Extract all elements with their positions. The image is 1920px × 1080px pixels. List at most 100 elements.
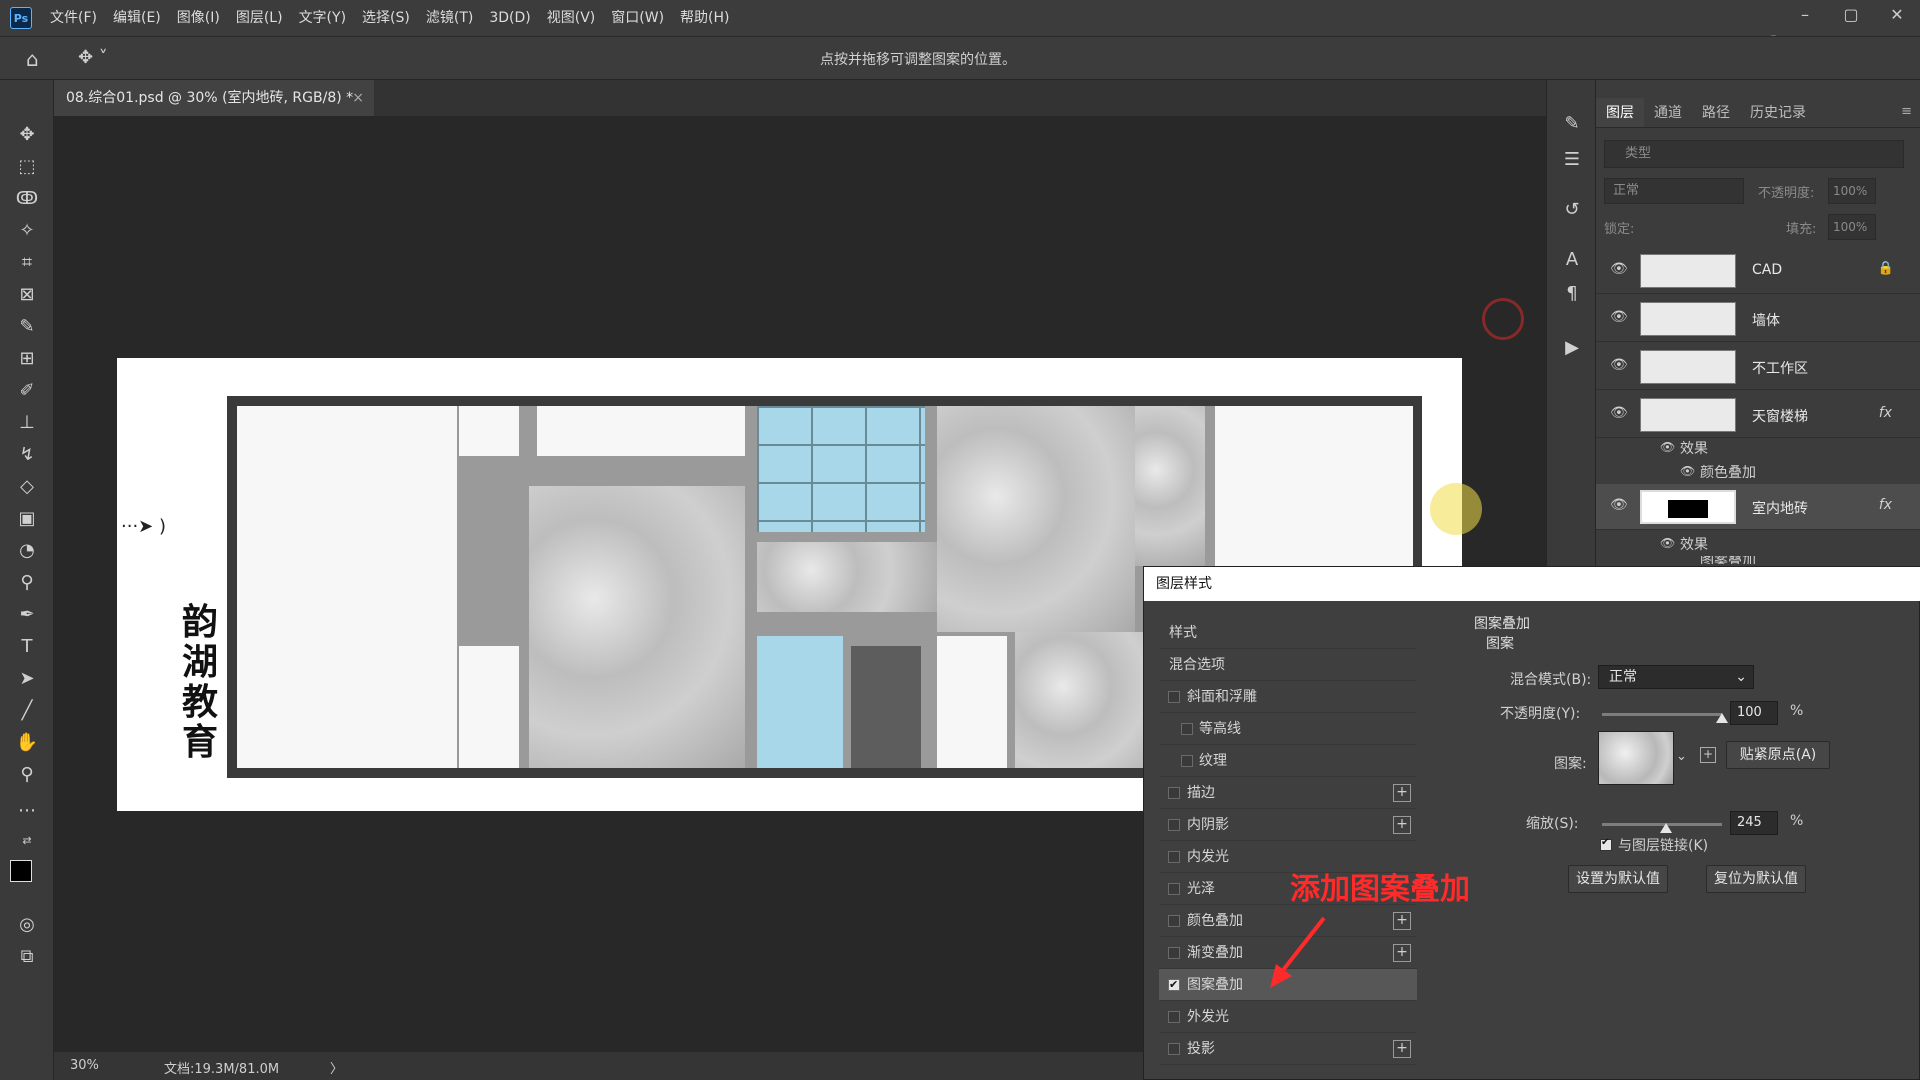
style-item-styles[interactable]: 样式 [1159,617,1417,649]
type-icon[interactable]: T [13,632,41,660]
layer-opacity-input[interactable]: 100% [1828,178,1876,204]
effect-item-row[interactable]: 图案叠加 [1596,556,1920,564]
crop-icon[interactable]: ⌗ [13,248,41,276]
menu-window[interactable]: 窗口(W) [603,0,672,36]
style-checkbox[interactable] [1168,915,1180,927]
tab-channels[interactable]: 通道 [1644,98,1692,127]
effect-eye-icon[interactable]: 👁 [1680,464,1695,478]
zoom-icon[interactable]: ⚲ [13,760,41,788]
style-checkbox[interactable] [1168,1011,1180,1023]
scale-input[interactable]: 245 [1730,811,1778,835]
pattern-picker[interactable] [1598,731,1674,785]
effect-item-row[interactable]: 👁 颜色叠加 [1596,460,1920,484]
brush-settings-icon[interactable]: ✎ [1559,110,1585,136]
dialog-title[interactable]: 图层样式 [1144,567,1920,601]
adjustments-icon[interactable]: ☰ [1559,146,1585,172]
screen-mode-icon[interactable]: ⧉ [13,942,41,970]
layer-fx-icon[interactable]: fx [1879,497,1892,513]
character-icon[interactable]: A [1559,246,1585,272]
menu-file[interactable]: 文件(F) [42,0,105,36]
layer-blend-mode-select[interactable]: 正常 [1604,178,1744,204]
swap-colors-icon[interactable]: ⇄ [13,826,41,854]
blend-mode-select[interactable]: 正常 ⌄ [1598,665,1754,689]
menu-view[interactable]: 视图(V) [539,0,604,36]
style-checkbox-checked[interactable] [1168,969,1180,1001]
pattern-dropdown-icon[interactable]: ⌄ [1676,749,1687,764]
foreground-color-swatch[interactable] [10,860,32,882]
menu-help[interactable]: 帮助(H) [672,0,737,36]
style-checkbox[interactable] [1168,787,1180,799]
menu-layer[interactable]: 图层(L) [228,0,291,36]
magic-wand-icon[interactable]: ✧ [13,216,41,244]
style-checkbox[interactable] [1168,851,1180,863]
panel-menu-icon[interactable]: ≡ [1901,104,1912,119]
move-tool-icon[interactable]: ✥ ˅ [78,47,108,68]
brush-icon[interactable]: ✐ [13,376,41,404]
scale-slider-handle[interactable] [1660,823,1672,833]
effects-row[interactable]: 👁 效果 [1596,532,1920,556]
path-select-icon[interactable]: ➤ [13,664,41,692]
visibility-eye-icon[interactable]: 👁 [1610,405,1628,421]
style-item-inner-shadow[interactable]: 内阴影 + [1159,809,1417,841]
actions-play-icon[interactable]: ▶ [1559,334,1585,360]
move-icon[interactable]: ✥ [13,120,41,148]
add-effect-icon[interactable]: + [1393,816,1411,834]
home-icon[interactable]: ⌂ [26,47,50,71]
history-icon[interactable]: ↺ [1559,196,1585,222]
gradient-icon[interactable]: ▣ [13,504,41,532]
add-effect-icon[interactable]: + [1393,1040,1411,1058]
marquee-icon[interactable]: ⬚ [13,152,41,180]
effects-row[interactable]: 👁 效果 [1596,436,1920,460]
pen-icon[interactable]: ✒ [13,600,41,628]
visibility-eye-icon[interactable]: 👁 [1610,309,1628,325]
style-checkbox[interactable] [1181,755,1193,767]
layer-row[interactable]: 👁 CAD 🔒 [1596,248,1920,294]
style-checkbox[interactable] [1168,1043,1180,1055]
layer-row[interactable]: 👁 不工作区 [1596,344,1920,390]
style-item-contour[interactable]: 等高线 [1159,713,1417,745]
line-icon[interactable]: ╱ [13,696,41,724]
menu-select[interactable]: 选择(S) [354,0,418,36]
layer-row[interactable]: 👁 墙体 [1596,296,1920,342]
tab-paths[interactable]: 路径 [1692,98,1740,127]
menu-filter[interactable]: 滤镜(T) [418,0,481,36]
dodge-icon[interactable]: ⚲ [13,568,41,596]
style-checkbox[interactable] [1168,691,1180,703]
add-effect-icon[interactable]: + [1393,784,1411,802]
more-tools-icon[interactable]: ⋯ [13,796,41,824]
style-checkbox[interactable] [1168,947,1180,959]
menu-image[interactable]: 图像(I) [169,0,228,36]
status-expand-arrow[interactable]: 〉 [330,1058,343,1077]
healing-icon[interactable]: ⊞ [13,344,41,372]
opacity-input[interactable]: 100 [1730,701,1778,725]
paragraph-icon[interactable]: ¶ [1559,280,1585,306]
hand-icon[interactable]: ✋ [13,728,41,756]
frame-icon[interactable]: ⊠ [13,280,41,308]
style-checkbox[interactable] [1181,723,1193,735]
style-item-stroke[interactable]: 描边 + [1159,777,1417,809]
close-tab-icon[interactable]: × [352,80,364,116]
layer-fx-icon[interactable]: fx [1879,405,1892,421]
style-item-bevel-emboss[interactable]: 斜面和浮雕 [1159,681,1417,713]
link-with-layer-checkbox[interactable] [1600,837,1612,851]
style-checkbox[interactable] [1168,883,1180,895]
style-item-blending-options[interactable]: 混合选项 [1159,649,1417,681]
tab-layers[interactable]: 图层 [1596,98,1644,127]
add-effect-icon[interactable]: + [1393,944,1411,962]
menu-edit[interactable]: 编辑(E) [105,0,169,36]
visibility-eye-icon[interactable]: 👁 [1610,357,1628,373]
quick-mask-icon[interactable]: ◎ [13,910,41,938]
opacity-slider[interactable] [1602,713,1722,716]
menu-3d[interactable]: 3D(D) [481,0,538,36]
lasso-icon[interactable]: ↂ [13,184,41,212]
eyedropper-icon[interactable]: ✎ [13,312,41,340]
layer-row[interactable]: 👁 天窗楼梯 fx [1596,392,1920,438]
style-checkbox[interactable] [1168,819,1180,831]
reset-default-button[interactable]: 复位为默认值 [1706,865,1806,893]
history-brush-icon[interactable]: ↯ [13,440,41,468]
layer-filter-input[interactable]: 类型 [1604,140,1904,168]
blur-icon[interactable]: ◔ [13,536,41,564]
zoom-level[interactable]: 30% [70,1058,99,1073]
layer-row-selected[interactable]: 👁 室内地砖 fx [1596,484,1920,530]
layer-fill-input[interactable]: 100% [1828,214,1876,240]
